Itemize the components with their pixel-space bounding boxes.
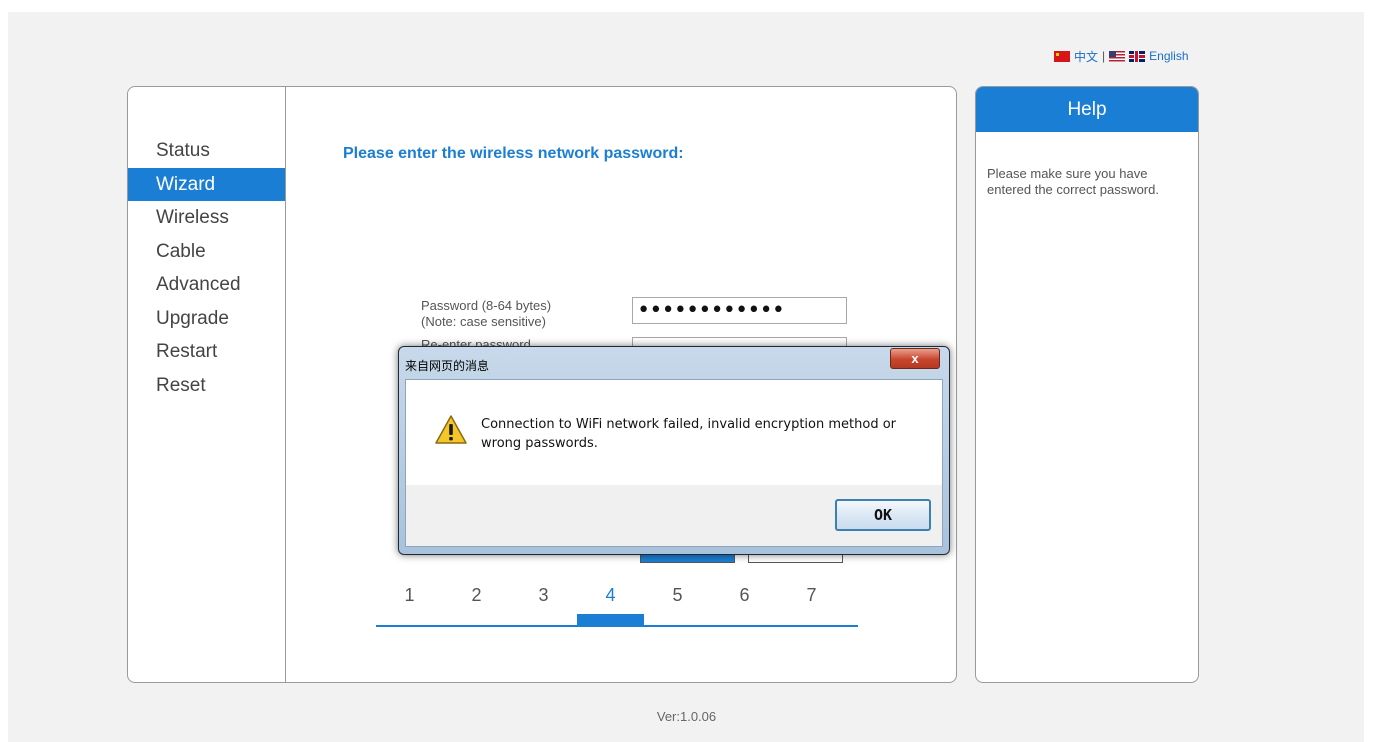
step-1: 1	[404, 585, 415, 605]
dialog-title: 来自网页的消息	[405, 359, 490, 373]
chinese-language-link[interactable]: 中文	[1074, 48, 1098, 65]
uk-flag-icon[interactable]	[1129, 50, 1146, 62]
dialog-body: Connection to WiFi network failed, inval…	[405, 379, 943, 485]
sidebar-item-wizard[interactable]: Wizard	[128, 167, 285, 201]
page-title: Please enter the wireless network passwo…	[343, 145, 684, 162]
alert-dialog: 来自网页的消息 x Connection to WiFi network fai…	[398, 346, 950, 555]
step-7: 7	[806, 585, 817, 605]
help-title: Help	[976, 87, 1198, 132]
dialog-message: Connection to WiFi network failed, inval…	[481, 417, 896, 451]
wizard-steps: 1 2 3 4 5 6 7	[376, 585, 858, 630]
step-4: 4	[605, 585, 616, 605]
sidebar-item-status[interactable]: Status	[128, 134, 285, 168]
help-text: Please make sure you have entered the co…	[987, 166, 1159, 197]
password-label-note: (Note: case sensitive)	[421, 314, 546, 329]
language-separator: |	[1102, 49, 1106, 63]
sidebar-nav: Status Wizard Wireless Cable Advanced Up…	[128, 87, 286, 682]
dialog-footer: OK	[405, 485, 943, 547]
step-3: 3	[538, 585, 549, 605]
help-panel: Help Please make sure you have entered t…	[975, 86, 1199, 683]
sidebar-item-reset[interactable]: Reset	[128, 369, 285, 403]
english-language-link[interactable]: English	[1149, 49, 1188, 63]
sidebar-item-cable[interactable]: Cable	[128, 235, 285, 269]
version-label: Ver:1.0.06	[656, 709, 717, 724]
step-2: 2	[471, 585, 482, 605]
us-flag-icon[interactable]	[1109, 50, 1126, 62]
active-step-marker	[577, 614, 644, 627]
password-label: Password (8-64 bytes) (Note: case sensit…	[421, 298, 551, 330]
ok-button[interactable]: OK	[835, 499, 931, 531]
password-input[interactable]: ••••••••••••	[632, 297, 847, 324]
step-5: 5	[672, 585, 683, 605]
password-label-line1: Password (8-64 bytes)	[421, 298, 552, 313]
sidebar-item-upgrade[interactable]: Upgrade	[128, 302, 285, 336]
china-flag-icon[interactable]	[1054, 50, 1070, 62]
warning-icon	[435, 415, 467, 444]
dialog-close-button[interactable]: x	[890, 348, 940, 369]
sidebar-item-restart[interactable]: Restart	[128, 335, 285, 369]
sidebar-item-advanced[interactable]: Advanced	[128, 268, 285, 302]
language-switcher: 中文 | English	[1054, 48, 1189, 64]
sidebar-item-wireless[interactable]: Wireless	[128, 201, 285, 235]
step-6: 6	[739, 585, 750, 605]
